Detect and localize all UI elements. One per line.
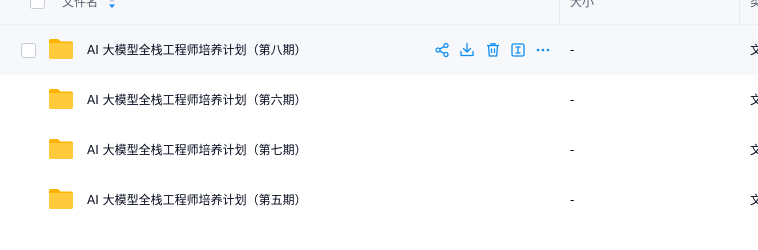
column-header-name[interactable]: 文件名 [62,0,98,10]
column-header-size[interactable]: 大小 [570,0,594,10]
column-divider[interactable] [739,0,740,24]
file-type: 文 [750,43,758,57]
folder-icon [49,89,73,109]
table-row[interactable]: AI 大模型全栈工程师培养计划（第五期） - 文 [0,175,758,225]
file-size: - [570,193,575,207]
file-size: - [570,143,575,157]
sort-icon[interactable] [108,0,116,9]
file-table: 文件名 大小 类 AI 大模型全栈工程师培养计划（第八期） - 文 AI 大模型… [0,0,758,250]
file-type: 文 [750,143,758,157]
download-icon[interactable] [458,41,476,59]
table-row[interactable]: AI 大模型全栈工程师培养计划（第七期） - 文 [0,125,758,175]
file-name[interactable]: AI 大模型全栈工程师培养计划（第七期） [87,142,307,158]
delete-icon[interactable] [484,41,502,59]
file-type: 文 [750,93,758,107]
file-size: - [570,93,575,107]
file-name[interactable]: AI 大模型全栈工程师培养计划（第六期） [87,92,307,108]
folder-icon [49,189,73,209]
column-header-type[interactable]: 类 [750,0,758,10]
file-name[interactable]: AI 大模型全栈工程师培养计划（第八期） [87,42,307,58]
file-size: - [570,43,575,57]
table-row[interactable]: AI 大模型全栈工程师培养计划（第八期） - 文 [0,25,758,75]
rename-icon[interactable] [509,41,527,59]
folder-icon [49,139,73,159]
column-divider[interactable] [559,0,560,24]
table-row[interactable]: AI 大模型全栈工程师培养计划（第六期） - 文 [0,75,758,125]
folder-icon [49,39,73,59]
file-name[interactable]: AI 大模型全栈工程师培养计划（第五期） [87,192,307,208]
share-icon[interactable] [433,41,451,59]
select-all-checkbox[interactable] [30,0,45,9]
file-type: 文 [750,193,758,207]
table-header: 文件名 大小 类 [0,0,758,25]
more-icon[interactable] [534,41,552,59]
row-checkbox[interactable] [21,43,36,58]
